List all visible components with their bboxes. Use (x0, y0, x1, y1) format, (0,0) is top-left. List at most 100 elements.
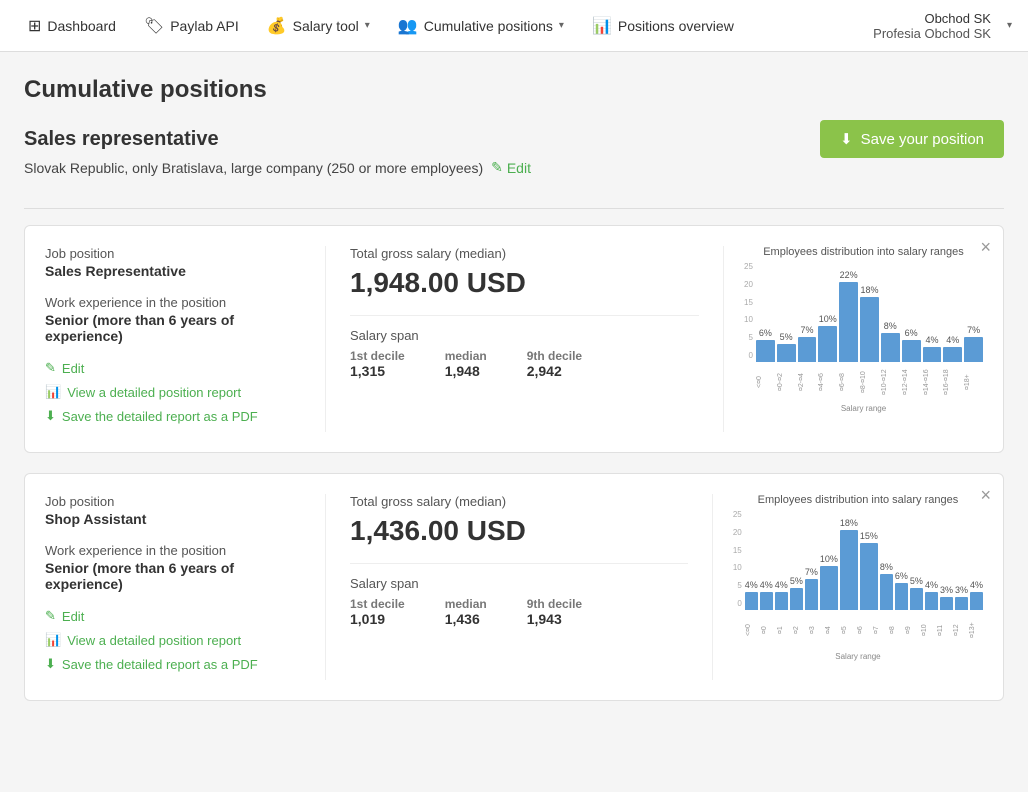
chart-pct-label: 7% (967, 325, 980, 335)
chart-bar (756, 340, 775, 362)
card-edit-link[interactable]: ✎ Edit (45, 360, 305, 376)
chart-x-label: ¤12-¤14 (902, 364, 921, 400)
card-pdf-label: Save the detailed report as a PDF (62, 409, 258, 424)
chart-bar-col: 18% (860, 285, 879, 362)
position-header: ⬇ Save your position Sales representativ… (24, 128, 1004, 192)
chart-pct-label: 18% (860, 285, 878, 295)
chart-pct-label: 8% (884, 321, 897, 331)
salary-span-cols: 1st decile 1,019 median 1,436 9th decile… (350, 597, 688, 627)
position-meta-text: Slovak Republic, only Bratislava, large … (24, 160, 483, 176)
salary-span: Salary span 1st decile 1,315 median 1,94… (350, 328, 699, 379)
job-position-label: Job position (45, 494, 305, 509)
chart-bar (820, 566, 838, 610)
chart-pct-label: 8% (880, 562, 893, 572)
cumulative-caret: ▾ (559, 20, 564, 31)
save-icon: ⬇ (840, 130, 853, 148)
chart-title: Employees distribution into salary range… (733, 494, 983, 506)
chart-x-label: ¤6-¤8 (839, 364, 858, 400)
card-edit-link[interactable]: ✎ Edit (45, 608, 305, 624)
card-body: Job position Sales Representative Work e… (45, 246, 983, 432)
decile1-label: 1st decile (350, 597, 405, 611)
chart-bar-col: 8% (881, 321, 900, 362)
chart-bar-col: 15% (860, 531, 878, 610)
chart-pct-label: 6% (905, 328, 918, 338)
pdf-icon: ⬇ (45, 408, 56, 424)
chart-pct-label: 7% (800, 325, 813, 335)
chart-x-label: ¤13+ (969, 612, 983, 648)
nav-paylab-api[interactable]: 🏷 Paylab API (132, 10, 251, 42)
dashboard-icon: ⊞ (28, 16, 41, 36)
card-report-label: View a detailed position report (67, 385, 241, 400)
card-report-link[interactable]: 📊 View a detailed position report (45, 384, 305, 400)
nav-cumulative-positions[interactable]: 👥 Cumulative positions ▾ (386, 10, 576, 42)
position-edit-link[interactable]: ✎ Edit (491, 159, 531, 176)
chart-x-label: ¤6 (857, 612, 871, 648)
chart-bar (798, 337, 817, 362)
salary-span-label: Salary span (350, 328, 699, 343)
chart-bar (775, 592, 788, 610)
chart-x-label: ¤4 (825, 612, 839, 648)
chart-bar-col: 8% (880, 562, 893, 610)
chart-bar (777, 344, 796, 362)
divider (24, 208, 1004, 209)
median-col: median 1,436 (445, 597, 487, 627)
position-edit-label: Edit (507, 160, 531, 176)
chart-bar (805, 579, 818, 610)
chart-bar (860, 543, 878, 610)
decile9-value: 2,942 (527, 363, 582, 379)
salary-label: Total gross salary (median) (350, 494, 688, 509)
cards-container: × Job position Sales Representative Work… (24, 225, 1004, 701)
card-close-button[interactable]: × (980, 238, 991, 256)
nav-positions-overview[interactable]: 📊 Positions overview (580, 10, 746, 42)
chart-bar-col: 4% (760, 580, 773, 610)
chart-x-label: ¤3 (809, 612, 823, 648)
chart-bar-col: 7% (798, 325, 817, 362)
card-close-button[interactable]: × (980, 486, 991, 504)
card-report-link[interactable]: 📊 View a detailed position report (45, 632, 305, 648)
chart-pct-label: 10% (819, 314, 837, 324)
chart-bar (790, 588, 803, 610)
chart-bar-col: 10% (818, 314, 837, 362)
chart-x-label: ¤12 (953, 612, 967, 648)
salary-span: Salary span 1st decile 1,019 median 1,43… (350, 576, 688, 627)
job-position-value: Shop Assistant (45, 511, 305, 527)
chart-x-label: ¤1 (777, 612, 791, 648)
chart-pct-label: 10% (820, 554, 838, 564)
chart-bar-col: 4% (745, 580, 758, 610)
nav-dashboard-label: Dashboard (47, 18, 116, 34)
salary-tool-caret: ▾ (365, 20, 370, 31)
nav-dashboard[interactable]: ⊞ Dashboard (16, 10, 128, 42)
card-pdf-link[interactable]: ⬇ Save the detailed report as a PDF (45, 408, 305, 424)
account-sub: Profesia Obchod SK (873, 26, 991, 41)
chart-bar (964, 337, 983, 362)
save-position-button[interactable]: ⬇ Save your position (820, 120, 1004, 158)
decile1-value: 1,019 (350, 611, 405, 627)
card-right: Employees distribution into salary range… (712, 494, 983, 680)
chart-pct-label: 4% (760, 580, 773, 590)
chart-x-axis-label: Salary range (733, 652, 983, 661)
chart-x-label: ¤0 (761, 612, 775, 648)
decile1-col: 1st decile 1,315 (350, 349, 405, 379)
chart-pct-label: 18% (840, 518, 858, 528)
salary-span-cols: 1st decile 1,315 median 1,948 9th decile… (350, 349, 699, 379)
account-menu[interactable]: Obchod SK Profesia Obchod SK (865, 7, 999, 45)
pdf-icon: ⬇ (45, 656, 56, 672)
chart-bar-col: 5% (790, 576, 803, 610)
chart-bar-col: 5% (910, 576, 923, 610)
salary-span-label: Salary span (350, 576, 688, 591)
chart-pct-label: 4% (925, 335, 938, 345)
median-label: median (445, 597, 487, 611)
nav-salary-label: Salary tool (293, 18, 359, 34)
median-col: median 1,948 (445, 349, 487, 379)
chart-x-label: ¤5 (841, 612, 855, 648)
chart-pct-label: 3% (955, 585, 968, 595)
job-position-value: Sales Representative (45, 263, 305, 279)
chart-bar (760, 592, 773, 610)
card-pdf-link[interactable]: ⬇ Save the detailed report as a PDF (45, 656, 305, 672)
nav-salary-tool[interactable]: 💰 Salary tool ▾ (255, 10, 382, 42)
chart-bar-col: 22% (839, 270, 858, 362)
position-card: × Job position Shop Assistant Work exper… (24, 473, 1004, 701)
chart-x-label: ¤8-¤10 (860, 364, 879, 400)
chart-bar (902, 340, 921, 362)
position-meta: Slovak Republic, only Bratislava, large … (24, 159, 1004, 176)
